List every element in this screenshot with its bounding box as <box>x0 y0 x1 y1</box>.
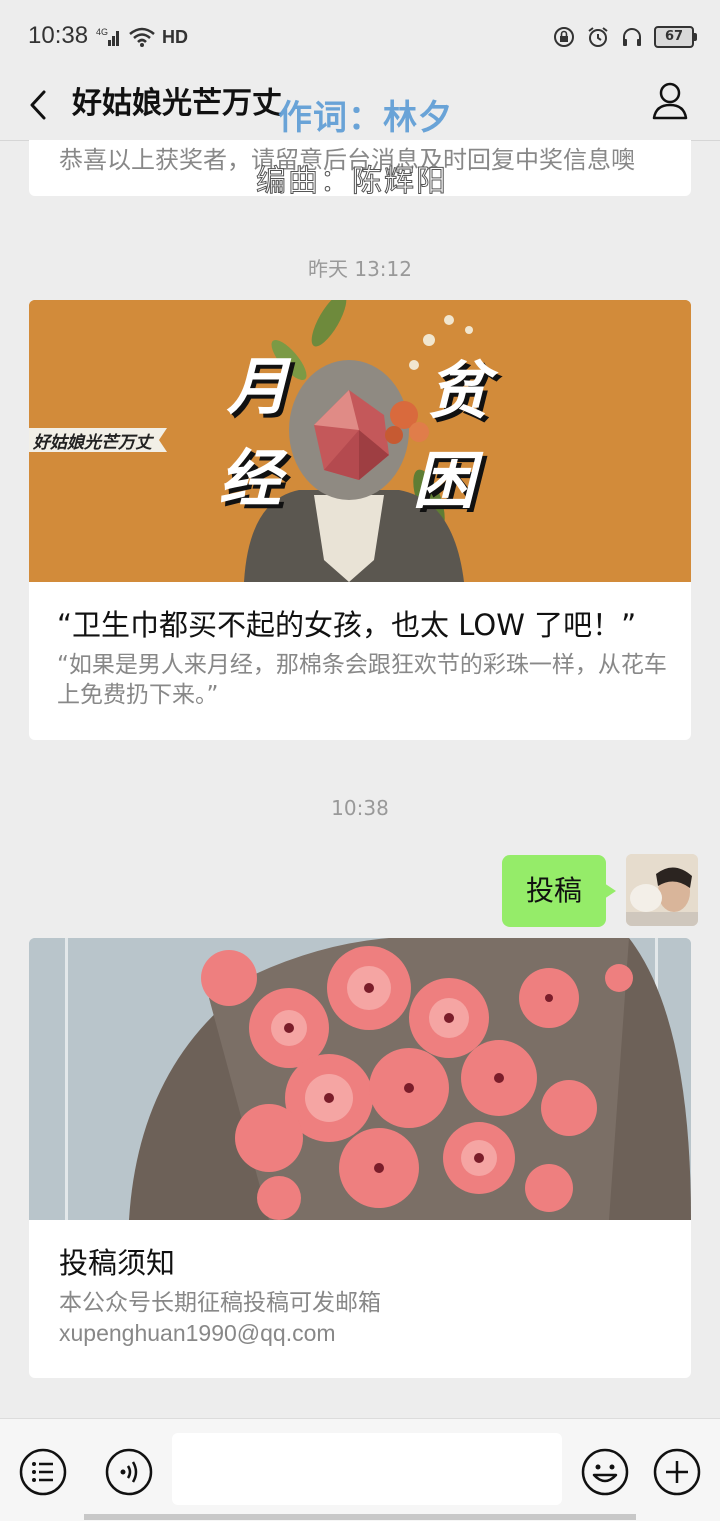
cover-glyph: 月 <box>227 350 290 423</box>
article-card[interactable]: 好姑娘光芒万丈 月 经 贫 困 “卫生巾都买不起的女孩，也太 LOW 了吧！” … <box>29 300 691 740</box>
lyric-overlay-composer: 编曲：陈辉阳 <box>256 164 448 200</box>
emoji-icon[interactable] <box>580 1447 630 1497</box>
article-description: “如果是男人来月经，那棉条会跟狂欢节的彩珠一样，从花车上免费扔下来。” <box>57 652 667 708</box>
voice-icon[interactable] <box>104 1447 154 1497</box>
signal-icon: 4G <box>96 27 119 46</box>
back-arrow-icon[interactable] <box>20 82 60 128</box>
chat-title: 好姑娘光芒万丈 <box>72 86 282 121</box>
timestamp: 昨天 13:12 <box>308 257 412 281</box>
article-description: 本公众号长期征稿投稿可发邮箱 xupenghuan1990@qq.com <box>59 1288 381 1348</box>
profile-icon[interactable] <box>650 78 690 122</box>
cover-glyph: 困 <box>413 444 476 517</box>
status-right-icons: 67 <box>552 22 697 52</box>
avatar-photo <box>626 854 698 926</box>
chat-input-bar <box>0 1418 720 1521</box>
home-indicator <box>84 1514 636 1520</box>
cover-glyph: 贫 <box>427 354 490 427</box>
article-card[interactable]: 投稿须知 本公众号长期征稿投稿可发邮箱 xupenghuan1990@qq.co… <box>29 938 691 1378</box>
article-cover-image <box>29 938 691 1220</box>
message-input[interactable] <box>172 1433 562 1505</box>
cover-glyph: 经 <box>219 442 282 515</box>
timestamp: 10:38 <box>331 796 389 820</box>
article-title: 投稿须知 <box>59 1246 176 1280</box>
alarm-icon <box>588 27 608 47</box>
cover-banner-text: 好姑娘光芒万丈 <box>33 433 152 453</box>
cover-illustration <box>29 938 691 1220</box>
status-time: 10:38 <box>28 22 89 49</box>
wifi-icon <box>129 27 155 47</box>
headphones-icon <box>623 28 641 46</box>
article-cover-image: 好姑娘光芒万丈 月 经 贫 困 <box>29 300 691 582</box>
article-description-line: 本公众号长期征稿投稿可发邮箱 <box>59 1290 381 1316</box>
hd-icon: HD <box>162 26 188 47</box>
avatar[interactable] <box>626 854 698 926</box>
battery-icon: 67 <box>654 26 697 48</box>
article-email: xupenghuan1990@qq.com <box>59 1320 336 1346</box>
outgoing-message-bubble[interactable]: 投稿 <box>502 855 616 927</box>
status-left-icons: 4G HD <box>96 22 188 52</box>
lyric-overlay-lyricist: 作词：林夕 <box>278 98 453 138</box>
menu-list-icon[interactable] <box>18 1447 68 1497</box>
plus-icon[interactable] <box>652 1447 702 1497</box>
svg-text:4G: 4G <box>96 27 108 37</box>
article-title: “卫生巾都买不起的女孩，也太 LOW 了吧！” <box>57 608 637 642</box>
status-bar: 10:38 4G HD 67 <box>0 0 720 72</box>
lock-rotation-icon <box>554 27 574 47</box>
